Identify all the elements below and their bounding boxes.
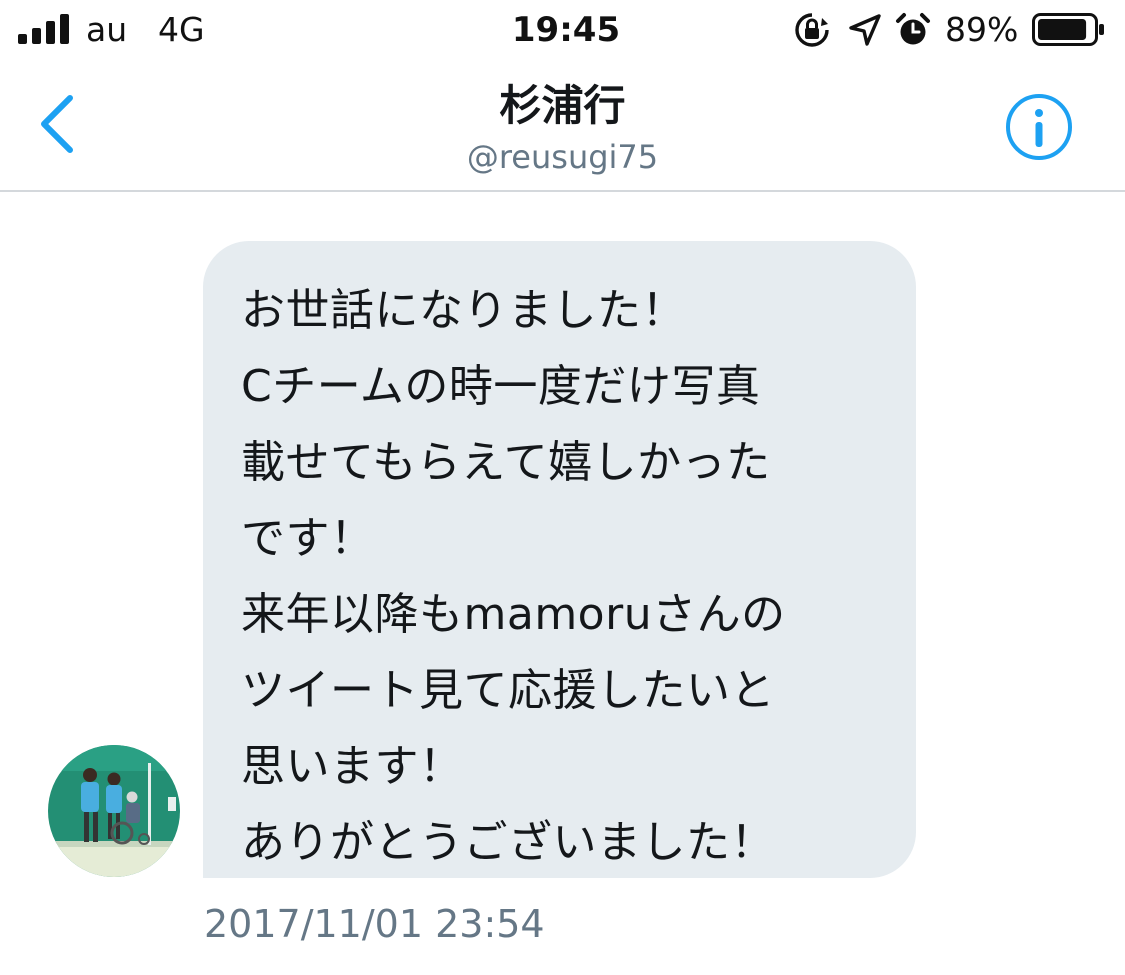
message-line: ありがとうございました！ bbox=[241, 817, 775, 868]
message-line: です！ bbox=[241, 513, 375, 564]
message-line: お世話になりました！ bbox=[241, 285, 686, 336]
message-timestamp: 2017/11/01 23:54 bbox=[204, 902, 545, 946]
message-line: 思います！ bbox=[241, 741, 464, 792]
sender-avatar[interactable] bbox=[48, 745, 180, 877]
alarm-clock-icon bbox=[896, 13, 930, 45]
message-line: 来年以降もmamoruさんの bbox=[241, 589, 786, 640]
location-arrow-icon bbox=[849, 14, 881, 46]
message-line: ツイート見て応援したいと bbox=[241, 665, 775, 716]
status-bar: au 4G 19:45 89% bbox=[0, 0, 1125, 62]
message-line: Cチームの時一度だけ写真 bbox=[241, 361, 761, 412]
conversation-title[interactable]: 杉浦行 bbox=[0, 78, 1125, 134]
header-divider bbox=[0, 190, 1125, 192]
battery-icon bbox=[1032, 13, 1104, 46]
info-icon[interactable] bbox=[1004, 92, 1074, 162]
message-line: 載せてもらえて嬉しかった bbox=[241, 437, 771, 488]
message-bubble[interactable]: お世話になりました！ Cチームの時一度だけ写真 載せてもらえて嬉しかった です！… bbox=[203, 241, 916, 878]
battery-percent-label: 89% bbox=[945, 10, 1019, 49]
orientation-lock-icon bbox=[795, 13, 829, 47]
conversation-handle[interactable]: @reusugi75 bbox=[0, 136, 1125, 178]
